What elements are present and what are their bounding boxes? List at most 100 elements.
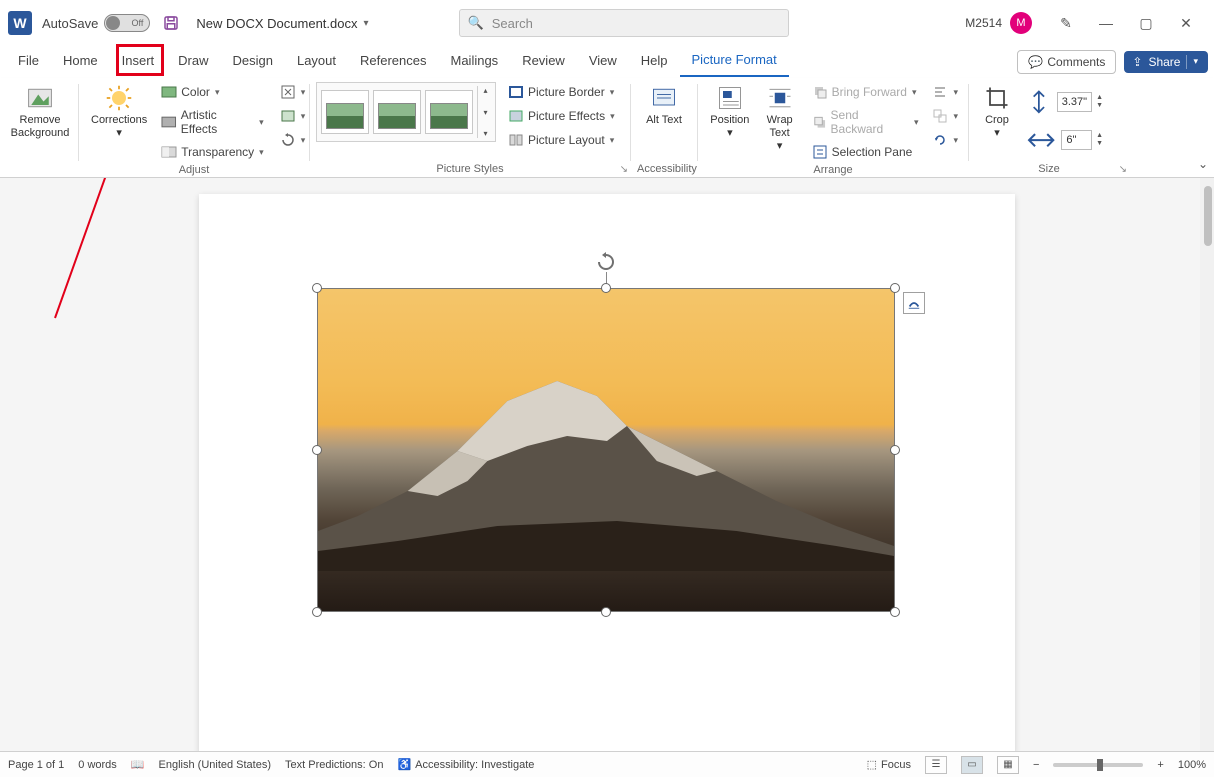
resize-handle-e[interactable] (890, 445, 900, 455)
account-name[interactable]: M2514 (965, 16, 1002, 30)
selected-picture[interactable] (317, 288, 895, 612)
web-layout-button[interactable]: ▦ (997, 756, 1019, 774)
autosave-label: AutoSave (42, 16, 98, 31)
gallery-scroll[interactable]: ▴▾▾ (477, 86, 491, 138)
artistic-effects-button[interactable]: Artistic Effects▾ (157, 106, 267, 138)
share-button[interactable]: ⇪ Share ▾ (1124, 51, 1208, 73)
size-dialog-launcher[interactable]: ↘ (1119, 164, 1127, 175)
picture-layout-button[interactable]: Picture Layout▾ (504, 130, 619, 150)
document-dropdown-icon[interactable]: ▾ (364, 18, 369, 29)
style-thumb-2[interactable] (373, 90, 421, 134)
zoom-slider-knob[interactable] (1097, 759, 1103, 771)
scrollbar-thumb[interactable] (1204, 186, 1212, 246)
transparency-button[interactable]: Transparency▾ (157, 142, 267, 162)
autosave-toggle[interactable]: Off (104, 14, 150, 32)
document-page[interactable] (199, 194, 1015, 751)
resize-handle-ne[interactable] (890, 283, 900, 293)
picture-border-button[interactable]: Picture Border▾ (504, 82, 619, 102)
position-button[interactable]: Position▾ (704, 82, 756, 142)
text-predictions-indicator[interactable]: Text Predictions: On (285, 759, 383, 771)
accessibility-icon: ♿ (397, 758, 411, 771)
vertical-scrollbar[interactable] (1200, 178, 1214, 751)
share-dropdown-icon[interactable]: ▾ (1193, 56, 1198, 67)
zoom-out-button[interactable]: − (1033, 759, 1039, 771)
tab-view[interactable]: View (577, 47, 629, 76)
zoom-level[interactable]: 100% (1178, 759, 1206, 771)
tab-file[interactable]: File (6, 47, 51, 76)
page-indicator[interactable]: Page 1 of 1 (8, 759, 64, 771)
bring-forward-button[interactable]: Bring Forward▾ (808, 82, 923, 102)
resize-handle-sw[interactable] (312, 607, 322, 617)
tab-references[interactable]: References (348, 47, 438, 76)
tab-review[interactable]: Review (510, 47, 577, 76)
accessibility-check[interactable]: ♿ Accessibility: Investigate (397, 758, 534, 771)
minimize-button[interactable]: — (1086, 8, 1126, 38)
picture-content (317, 288, 895, 612)
resize-handle-se[interactable] (890, 607, 900, 617)
tab-draw[interactable]: Draw (166, 47, 220, 76)
group-icon (932, 108, 948, 124)
search-input[interactable]: 🔍 Search (459, 9, 789, 37)
word-count[interactable]: 0 words (78, 759, 117, 771)
tab-picture-format[interactable]: Picture Format (680, 46, 789, 77)
ribbon-collapse-button[interactable]: ⌄ (1198, 157, 1208, 171)
corrections-button[interactable]: Corrections ▾ (85, 82, 153, 142)
resize-handle-w[interactable] (312, 445, 322, 455)
change-picture-button[interactable]: ▾ (276, 106, 310, 126)
style-thumb-3[interactable] (425, 90, 473, 134)
language-indicator[interactable]: English (United States) (159, 759, 272, 771)
zoom-in-button[interactable]: + (1157, 759, 1163, 771)
send-backward-button[interactable]: Send Backward▾ (808, 106, 923, 138)
tab-mailings[interactable]: Mailings (439, 47, 511, 76)
style-thumb-1[interactable] (321, 90, 369, 134)
close-button[interactable]: ✕ (1166, 8, 1206, 38)
resize-handle-n[interactable] (601, 283, 611, 293)
compress-pictures-button[interactable]: ▾ (276, 82, 310, 102)
remove-background-button[interactable]: Remove Background (6, 82, 74, 142)
styles-dialog-launcher[interactable]: ↘ (620, 164, 628, 175)
spellcheck-icon[interactable]: 📖 (131, 758, 145, 771)
wrap-text-button[interactable]: Wrap Text▾ (756, 82, 804, 155)
tab-help[interactable]: Help (629, 47, 680, 76)
picture-effects-button[interactable]: Picture Effects▾ (504, 106, 619, 126)
color-button[interactable]: Color▾ (157, 82, 267, 102)
read-mode-button[interactable]: ☰ (925, 756, 947, 774)
save-icon[interactable] (162, 14, 180, 32)
crop-button[interactable]: Crop▾ (975, 82, 1019, 142)
selection-pane-button[interactable]: Selection Pane (808, 142, 923, 162)
resize-handle-nw[interactable] (312, 283, 322, 293)
group-button[interactable]: ▾ (928, 106, 962, 126)
tab-home[interactable]: Home (51, 47, 110, 76)
zoom-slider[interactable] (1053, 763, 1143, 767)
word-app-icon: W (8, 11, 32, 35)
height-spinner[interactable]: ▲▼ (1096, 94, 1103, 110)
pen-mode-icon[interactable]: ✎ (1046, 8, 1086, 38)
print-layout-button[interactable]: ▭ (961, 756, 983, 774)
shape-width-input[interactable]: 6" (1061, 130, 1092, 150)
height-icon (1025, 88, 1053, 116)
chevron-down-icon: ▾ (116, 127, 122, 140)
alt-text-button[interactable]: Alt Text (637, 82, 691, 129)
shape-height-input[interactable]: 3.37" (1057, 92, 1092, 112)
focus-mode-button[interactable]: ⬚ Focus (867, 758, 911, 771)
group-label-accessibility: Accessibility (637, 161, 691, 177)
rotate-button[interactable]: ▾ (928, 130, 962, 150)
width-spinner[interactable]: ▲▼ (1096, 132, 1103, 148)
layout-options-button[interactable] (903, 292, 925, 314)
tab-layout[interactable]: Layout (285, 47, 348, 76)
comment-icon: 💬 (1028, 55, 1043, 69)
document-area (0, 178, 1214, 751)
maximize-button[interactable]: ▢ (1126, 8, 1166, 38)
align-button[interactable]: ▾ (928, 82, 962, 102)
change-picture-icon (280, 108, 296, 124)
reset-picture-button[interactable]: ▾ (276, 130, 310, 150)
tab-insert[interactable]: Insert (110, 47, 167, 76)
picture-effects-icon (508, 108, 524, 124)
picture-style-gallery[interactable]: ▴▾▾ (316, 82, 496, 142)
document-name[interactable]: New DOCX Document.docx (196, 16, 357, 31)
comments-button[interactable]: 💬 Comments (1017, 50, 1116, 74)
tab-design[interactable]: Design (221, 47, 285, 76)
account-avatar[interactable]: M (1010, 12, 1032, 34)
resize-handle-s[interactable] (601, 607, 611, 617)
rotate-handle[interactable] (596, 252, 616, 272)
